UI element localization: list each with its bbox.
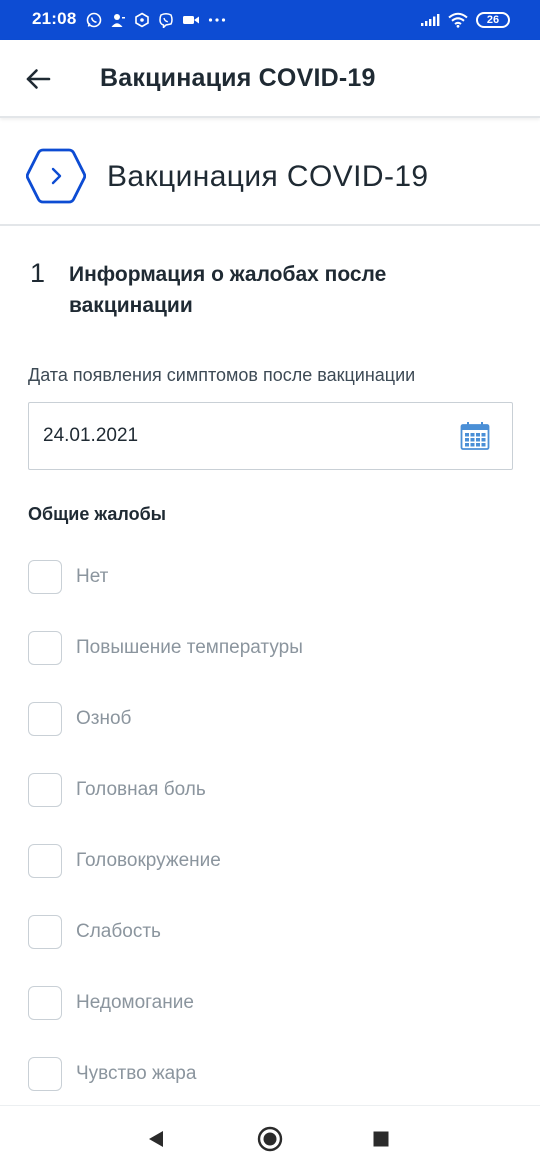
complaint-option-feeling-hot[interactable]: Чувство жара (28, 1054, 513, 1094)
option-label: Головная боль (76, 779, 206, 800)
nav-back-icon (149, 1131, 163, 1147)
date-field-label: Дата появления симптомов после вакцинаци… (28, 365, 416, 385)
person-icon (110, 12, 126, 28)
option-label: Повышение температуры (76, 637, 303, 658)
signal-icon (420, 13, 440, 27)
nav-home-icon (257, 1126, 283, 1152)
page-title: Вакцинация COVID-19 (100, 64, 376, 92)
arrow-left-icon (26, 69, 51, 89)
service-badge (25, 146, 87, 206)
option-label: Недомогание (76, 992, 194, 1013)
checkbox[interactable] (28, 702, 62, 736)
battery-icon: 26 (476, 12, 510, 28)
option-label: Чувство жара (76, 1063, 197, 1084)
battery-level: 26 (476, 12, 510, 28)
complaints-section-title: Общие жалобы (28, 504, 167, 524)
date-value: 24.01.2021 (43, 425, 139, 446)
complaint-option-chills[interactable]: Озноб (28, 699, 513, 739)
status-bar: 21:08 26 (0, 0, 540, 40)
complaint-option-headache[interactable]: Головная боль (28, 770, 513, 810)
nav-home-button[interactable] (257, 1126, 283, 1152)
service-title: Вакцинация COVID-19 (107, 160, 429, 193)
step-title: Информация о жалобах после вакцинации (69, 263, 387, 317)
option-label: Головокружение (76, 850, 221, 871)
checkbox[interactable] (28, 560, 62, 594)
viber-icon (158, 12, 174, 28)
step-number: 1 (30, 258, 46, 288)
option-label: Озноб (76, 708, 132, 729)
back-button[interactable] (20, 61, 56, 97)
checkbox[interactable] (28, 1057, 62, 1091)
status-time: 21:08 (32, 9, 77, 28)
nav-recents-button[interactable] (368, 1126, 394, 1152)
complaint-option-weakness[interactable]: Слабость (28, 912, 513, 952)
nav-back-button[interactable] (143, 1126, 169, 1152)
app-bar: Вакцинация COVID-19 (0, 40, 540, 118)
date-input[interactable]: 24.01.2021 (28, 402, 513, 470)
checkbox[interactable] (28, 844, 62, 878)
option-label: Нет (76, 566, 109, 587)
checkbox[interactable] (28, 915, 62, 949)
checkbox[interactable] (28, 773, 62, 807)
option-label: Слабость (76, 921, 161, 942)
calendar-icon[interactable] (460, 421, 490, 451)
complaint-option-dizziness[interactable]: Головокружение (28, 841, 513, 881)
complaint-option-malaise[interactable]: Недомогание (28, 983, 513, 1023)
system-nav-bar (0, 1105, 540, 1170)
complaint-option-none[interactable]: Нет (28, 557, 513, 597)
notification-icons (86, 10, 234, 30)
checkbox[interactable] (28, 631, 62, 665)
service-header: Вакцинация COVID-19 (0, 120, 540, 226)
checkbox[interactable] (28, 986, 62, 1020)
video-icon (182, 13, 200, 27)
hexagon-icon (134, 12, 150, 28)
nav-recents-icon (373, 1131, 389, 1147)
wifi-icon (448, 12, 468, 28)
complaint-option-fever[interactable]: Повышение температуры (28, 628, 513, 668)
system-icons: 26 (412, 10, 510, 30)
more-dots-icon (208, 17, 226, 23)
whatsapp-icon (86, 12, 102, 28)
